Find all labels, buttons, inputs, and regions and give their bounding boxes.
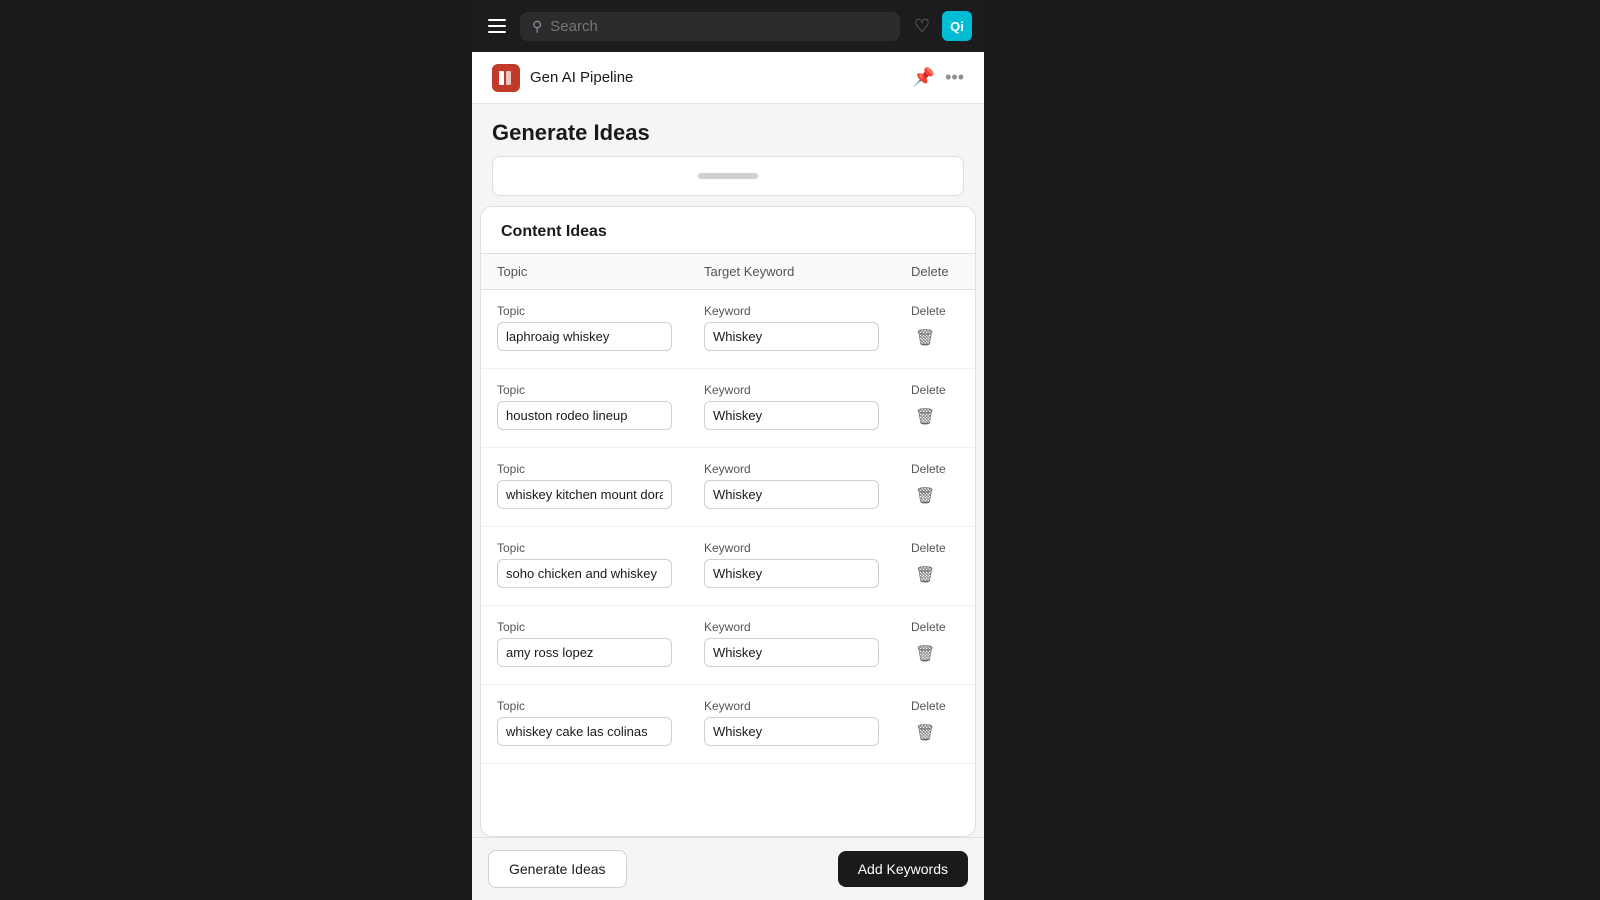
keyword-input[interactable] (704, 717, 879, 746)
avatar: Qi (942, 11, 972, 41)
delete-cell: Delete 🗑 (895, 300, 975, 358)
page-header: Generate Ideas (472, 104, 984, 156)
table-row: Topic Keyword Delete 🗑 (481, 606, 975, 685)
collapsed-dots (698, 173, 758, 179)
header-topic: Topic (481, 254, 688, 289)
keyword-cell: Keyword (688, 379, 895, 437)
app-logo (492, 64, 520, 92)
keyword-cell: Keyword (688, 616, 895, 674)
delete-label: Delete (911, 304, 946, 318)
keyword-cell: Keyword (688, 458, 895, 516)
keyword-input[interactable] (704, 480, 879, 509)
delete-button[interactable]: 🗑 (911, 480, 939, 512)
table-row: Topic Keyword Delete 🗑 (481, 448, 975, 527)
footer: Generate Ideas Add Keywords (472, 837, 984, 900)
topic-input[interactable] (497, 322, 672, 351)
card-header: Content Ideas (481, 207, 975, 253)
delete-cell: Delete 🗑 (895, 616, 975, 674)
delete-label: Delete (911, 620, 946, 634)
keyword-input[interactable] (704, 559, 879, 588)
keyword-label: Keyword (704, 699, 879, 713)
keyword-input[interactable] (704, 638, 879, 667)
generate-ideas-button[interactable]: Generate Ideas (488, 850, 627, 888)
delete-button[interactable]: 🗑 (911, 717, 939, 749)
delete-button[interactable]: 🗑 (911, 322, 939, 354)
delete-button[interactable]: 🗑 (911, 638, 939, 670)
notifications-button[interactable]: ♡ (910, 12, 934, 41)
table-header: Topic Target Keyword Delete (481, 253, 975, 290)
header-keyword: Target Keyword (688, 254, 895, 289)
delete-cell: Delete 🗑 (895, 458, 975, 516)
search-input[interactable] (550, 18, 888, 35)
topic-cell: Topic (481, 300, 688, 358)
page-title: Generate Ideas (492, 120, 964, 146)
app-name: Gen AI Pipeline (530, 69, 633, 86)
delete-label: Delete (911, 541, 946, 555)
topic-cell: Topic (481, 695, 688, 753)
card-title: Content Ideas (501, 223, 607, 240)
table-row: Topic Keyword Delete 🗑 (481, 369, 975, 448)
app-title-row: Gen AI Pipeline (492, 64, 633, 92)
keyword-input[interactable] (704, 322, 879, 351)
topic-label: Topic (497, 620, 672, 634)
delete-label: Delete (911, 383, 946, 397)
top-bar: ⚲ ♡ Qi (472, 0, 984, 52)
topic-label: Topic (497, 304, 672, 318)
app-logo-icon (497, 69, 515, 87)
search-icon: ⚲ (532, 18, 542, 35)
topic-input[interactable] (497, 401, 672, 430)
keyword-cell: Keyword (688, 695, 895, 753)
keyword-label: Keyword (704, 383, 879, 397)
topic-input[interactable] (497, 717, 672, 746)
keyword-cell: Keyword (688, 537, 895, 595)
table-row: Topic Keyword Delete 🗑 (481, 527, 975, 606)
keyword-label: Keyword (704, 462, 879, 476)
content-ideas-card: Content Ideas Topic Target Keyword Delet… (480, 206, 976, 837)
delete-button[interactable]: 🗑 (911, 401, 939, 433)
delete-cell: Delete 🗑 (895, 537, 975, 595)
delete-cell: Delete 🗑 (895, 379, 975, 437)
second-bar: Gen AI Pipeline 📌 ••• (472, 52, 984, 104)
collapsed-card (492, 156, 964, 196)
topic-cell: Topic (481, 458, 688, 516)
top-bar-actions: ♡ Qi (910, 11, 972, 41)
keyword-input[interactable] (704, 401, 879, 430)
table-row: Topic Keyword Delete 🗑 (481, 290, 975, 369)
delete-cell: Delete 🗑 (895, 695, 975, 753)
add-keywords-button[interactable]: Add Keywords (838, 851, 968, 887)
topic-label: Topic (497, 462, 672, 476)
keyword-label: Keyword (704, 304, 879, 318)
second-bar-actions: 📌 ••• (913, 67, 964, 88)
keyword-cell: Keyword (688, 300, 895, 358)
delete-button[interactable]: 🗑 (911, 559, 939, 591)
more-button[interactable]: ••• (945, 67, 964, 88)
header-delete: Delete (895, 254, 975, 289)
hamburger-button[interactable] (484, 15, 510, 37)
topic-label: Topic (497, 541, 672, 555)
search-bar: ⚲ (520, 12, 900, 41)
topic-input[interactable] (497, 480, 672, 509)
topic-input[interactable] (497, 638, 672, 667)
delete-label: Delete (911, 699, 946, 713)
topic-cell: Topic (481, 616, 688, 674)
topic-cell: Topic (481, 537, 688, 595)
table-row: Topic Keyword Delete 🗑 (481, 685, 975, 764)
topic-label: Topic (497, 699, 672, 713)
table-body: Topic Keyword Delete 🗑 Topic Keyword Del (481, 290, 975, 836)
topic-label: Topic (497, 383, 672, 397)
keyword-label: Keyword (704, 541, 879, 555)
keyword-label: Keyword (704, 620, 879, 634)
topic-cell: Topic (481, 379, 688, 437)
topic-input[interactable] (497, 559, 672, 588)
pin-button[interactable]: 📌 (913, 67, 935, 88)
delete-label: Delete (911, 462, 946, 476)
